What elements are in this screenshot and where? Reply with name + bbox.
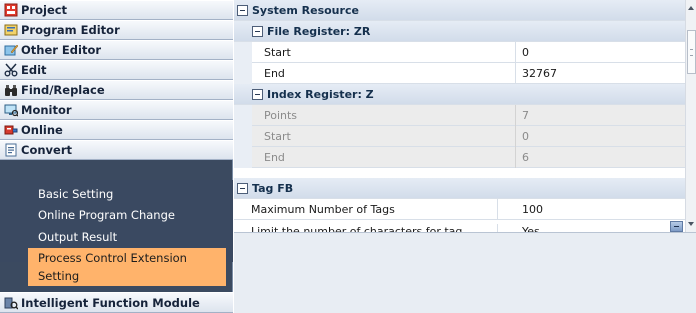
property-value[interactable]: Yes (516, 224, 685, 232)
property-name: Maximum Number of Tags (234, 198, 498, 220)
project-icon (3, 3, 18, 17)
category-project[interactable]: Project (0, 0, 233, 20)
category-edit[interactable]: Edit (0, 60, 233, 80)
property-name: Limit the number of characters for tag n… (234, 224, 498, 232)
collapse-description-button[interactable] (670, 221, 683, 232)
category-label: Online (21, 123, 63, 137)
property-value: 7 (522, 108, 529, 122)
property-name: End (252, 146, 516, 168)
property-name: Points (252, 104, 516, 126)
property-row-disabled: End 6 (234, 146, 685, 168)
property-value[interactable]: 100 (516, 199, 685, 220)
submenu-item-label-line2: Setting (38, 269, 80, 283)
section-index-register[interactable]: Index Register: Z (234, 84, 685, 105)
property-row-disabled: Start 0 (234, 125, 685, 147)
other-editor-icon (3, 43, 18, 57)
collapse-icon[interactable] (237, 4, 248, 16)
section-label: Tag FB (252, 181, 294, 195)
category-intelligent-function-module[interactable]: Intelligent Function Module (0, 292, 233, 313)
category-program-editor[interactable]: Program Editor (0, 20, 233, 40)
collapse-icon[interactable] (237, 182, 248, 194)
property-name: End (252, 62, 516, 84)
binoculars-icon (3, 83, 18, 97)
category-convert[interactable]: Convert (0, 140, 233, 160)
category-other-editor[interactable]: Other Editor (0, 40, 233, 60)
category-label: Monitor (21, 103, 72, 117)
section-system-resource[interactable]: System Resource (234, 0, 685, 21)
intelligent-module-icon (3, 296, 18, 310)
vertical-scrollbar[interactable] (685, 0, 696, 232)
category-label: Program Editor (21, 23, 120, 37)
property-value[interactable]: 0 (516, 42, 685, 63)
property-row-disabled: Points 7 (234, 104, 685, 126)
category-label: Edit (21, 63, 47, 77)
submenu-item-label-line1: Process Control Extension (38, 251, 187, 265)
scrollbar-thumb[interactable] (687, 30, 696, 74)
property-value: 6 (522, 150, 529, 164)
collapse-icon[interactable] (252, 88, 263, 100)
scissors-icon (3, 63, 18, 77)
scroll-up-icon[interactable] (688, 6, 694, 10)
convert-icon (3, 143, 18, 157)
property-value: 0 (522, 129, 529, 143)
submenu-item-process-control-extension-setting[interactable]: Process Control Extension Setting (28, 248, 226, 286)
category-online[interactable]: Online (0, 120, 233, 140)
category-label: Intelligent Function Module (21, 295, 200, 310)
submenu-item-output-result[interactable]: Output Result (0, 227, 233, 247)
program-editor-icon (3, 23, 18, 37)
property-value[interactable]: 32767 (516, 63, 685, 84)
section-file-register[interactable]: File Register: ZR (234, 21, 685, 42)
property-row[interactable]: Maximum Number of Tags 100 (234, 198, 685, 220)
submenu-item-online-program-change[interactable]: Online Program Change (0, 205, 233, 225)
section-label: File Register: ZR (267, 24, 371, 38)
section-tag-fb[interactable]: Tag FB (234, 178, 685, 199)
description-panel (234, 232, 696, 313)
submenu-item-basic-setting[interactable]: Basic Setting (0, 184, 233, 204)
monitor-icon (3, 103, 18, 117)
property-name: Start (252, 125, 516, 147)
property-name: Start (252, 41, 516, 63)
property-row[interactable]: End 32767 (234, 62, 685, 84)
category-find-replace[interactable]: Find/Replace (0, 80, 233, 100)
online-icon (3, 123, 18, 137)
category-label: Find/Replace (21, 83, 105, 97)
collapse-icon[interactable] (252, 25, 263, 37)
property-grid: System Resource File Register: ZR Start … (234, 0, 685, 232)
section-label: Index Register: Z (267, 87, 374, 101)
section-label: System Resource (252, 3, 359, 17)
category-label: Convert (21, 143, 72, 157)
property-row[interactable]: Start 0 (234, 41, 685, 63)
category-label: Other Editor (21, 43, 102, 57)
category-label: Project (21, 3, 68, 17)
scroll-down-icon[interactable] (688, 222, 694, 226)
property-row[interactable]: Limit the number of characters for tag n… (234, 224, 685, 232)
category-monitor[interactable]: Monitor (0, 100, 233, 120)
option-sidebar: Project Program Editor Other Editor Edit… (0, 0, 233, 313)
